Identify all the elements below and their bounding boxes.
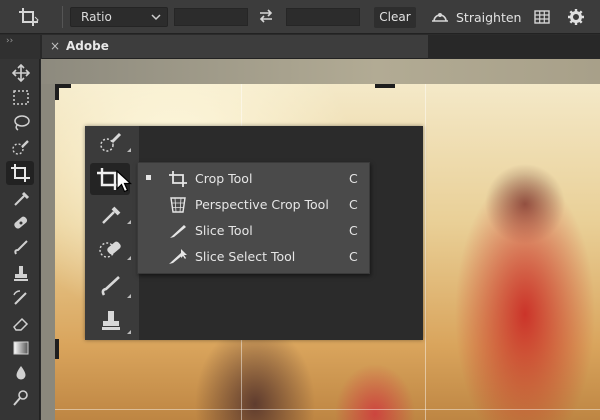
selected-bullet-icon: [146, 175, 151, 180]
menu-item-slice-tool[interactable]: Slice Tool C: [138, 218, 371, 244]
shortcut-key: C: [349, 223, 358, 238]
ratio-dropdown[interactable]: Ratio: [70, 7, 168, 27]
crop-grid-line: [55, 409, 600, 410]
healing-brush-icon[interactable]: [10, 214, 32, 232]
submenu-indicator-icon: [127, 148, 131, 152]
crop-icon: [166, 169, 190, 189]
clone-stamp-icon[interactable]: [10, 264, 32, 282]
shortcut-key: C: [349, 171, 358, 186]
perspective-crop-icon: [166, 195, 190, 215]
crop-tool-flyout-menu: Crop Tool C Perspective Crop Tool C Slic…: [137, 162, 370, 274]
brush-icon[interactable]: [95, 273, 127, 299]
healing-brush-icon[interactable]: [95, 236, 127, 262]
eraser-icon[interactable]: [10, 314, 32, 332]
crop-tool-preset-icon[interactable]: [18, 7, 40, 27]
canvas-background-left: [41, 84, 55, 420]
close-tab-icon[interactable]: ×: [50, 39, 60, 53]
toolbar-header: ››: [0, 35, 40, 59]
menu-item-label: Perspective Crop Tool: [195, 197, 329, 212]
clear-button[interactable]: Clear: [374, 7, 416, 28]
collapse-panel-icon[interactable]: ››: [6, 36, 13, 46]
eyedropper-icon[interactable]: [95, 201, 127, 227]
options-divider: [62, 6, 63, 28]
clone-stamp-icon[interactable]: [95, 308, 127, 334]
menu-item-label: Crop Tool: [195, 171, 253, 186]
gear-icon[interactable]: [567, 8, 585, 29]
overlay-grid-icon[interactable]: [533, 9, 551, 28]
ratio-width-field[interactable]: [174, 8, 248, 26]
quick-selection-icon[interactable]: [10, 139, 32, 157]
crop-grid-line: [425, 84, 426, 420]
ratio-label: Ratio: [81, 10, 112, 24]
submenu-indicator-icon: [127, 256, 131, 260]
quick-selection-icon[interactable]: [95, 130, 127, 156]
chevron-down-icon: [151, 11, 161, 23]
slice-icon: [166, 221, 190, 241]
straighten-label: Straighten: [456, 10, 522, 25]
menu-item-crop-tool[interactable]: Crop Tool C: [138, 166, 371, 192]
mouse-cursor-icon: [116, 169, 134, 197]
eyedropper-icon[interactable]: [10, 189, 32, 207]
options-bar: Ratio Clear Straighten: [0, 0, 600, 34]
swap-icon[interactable]: [258, 9, 274, 23]
menu-item-slice-select-tool[interactable]: Slice Select Tool C: [138, 244, 371, 270]
submenu-indicator-icon: [127, 220, 131, 224]
crop-handle-left-center[interactable]: [55, 339, 59, 359]
submenu-indicator-icon: [127, 294, 131, 298]
document-title: Adobe: [66, 39, 109, 53]
blur-icon[interactable]: [10, 364, 32, 382]
crop-handle-top-left-v[interactable]: [55, 84, 59, 100]
history-brush-icon[interactable]: [10, 289, 32, 307]
crop-handle-top-center[interactable]: [375, 84, 395, 88]
document-tab[interactable]: × Adobe: [42, 35, 428, 59]
lasso-icon[interactable]: [10, 114, 32, 132]
submenu-indicator-icon: [127, 330, 131, 334]
shortcut-key: C: [349, 249, 358, 264]
shortcut-key: C: [349, 197, 358, 212]
crop-icon[interactable]: [6, 161, 34, 185]
menu-item-label: Slice Tool: [195, 223, 253, 238]
move-icon[interactable]: [10, 64, 32, 82]
brush-icon[interactable]: [10, 239, 32, 257]
ratio-height-field[interactable]: [286, 8, 360, 26]
canvas-background: [41, 59, 600, 84]
gradient-icon[interactable]: [10, 339, 32, 357]
straighten-icon: [432, 13, 448, 22]
menu-item-perspective-crop-tool[interactable]: Perspective Crop Tool C: [138, 192, 371, 218]
slice-select-icon: [166, 247, 190, 267]
tools-panel: [0, 59, 40, 420]
marquee-icon[interactable]: [10, 89, 32, 107]
dodge-icon[interactable]: [10, 389, 32, 407]
menu-item-label: Slice Select Tool: [195, 249, 296, 264]
